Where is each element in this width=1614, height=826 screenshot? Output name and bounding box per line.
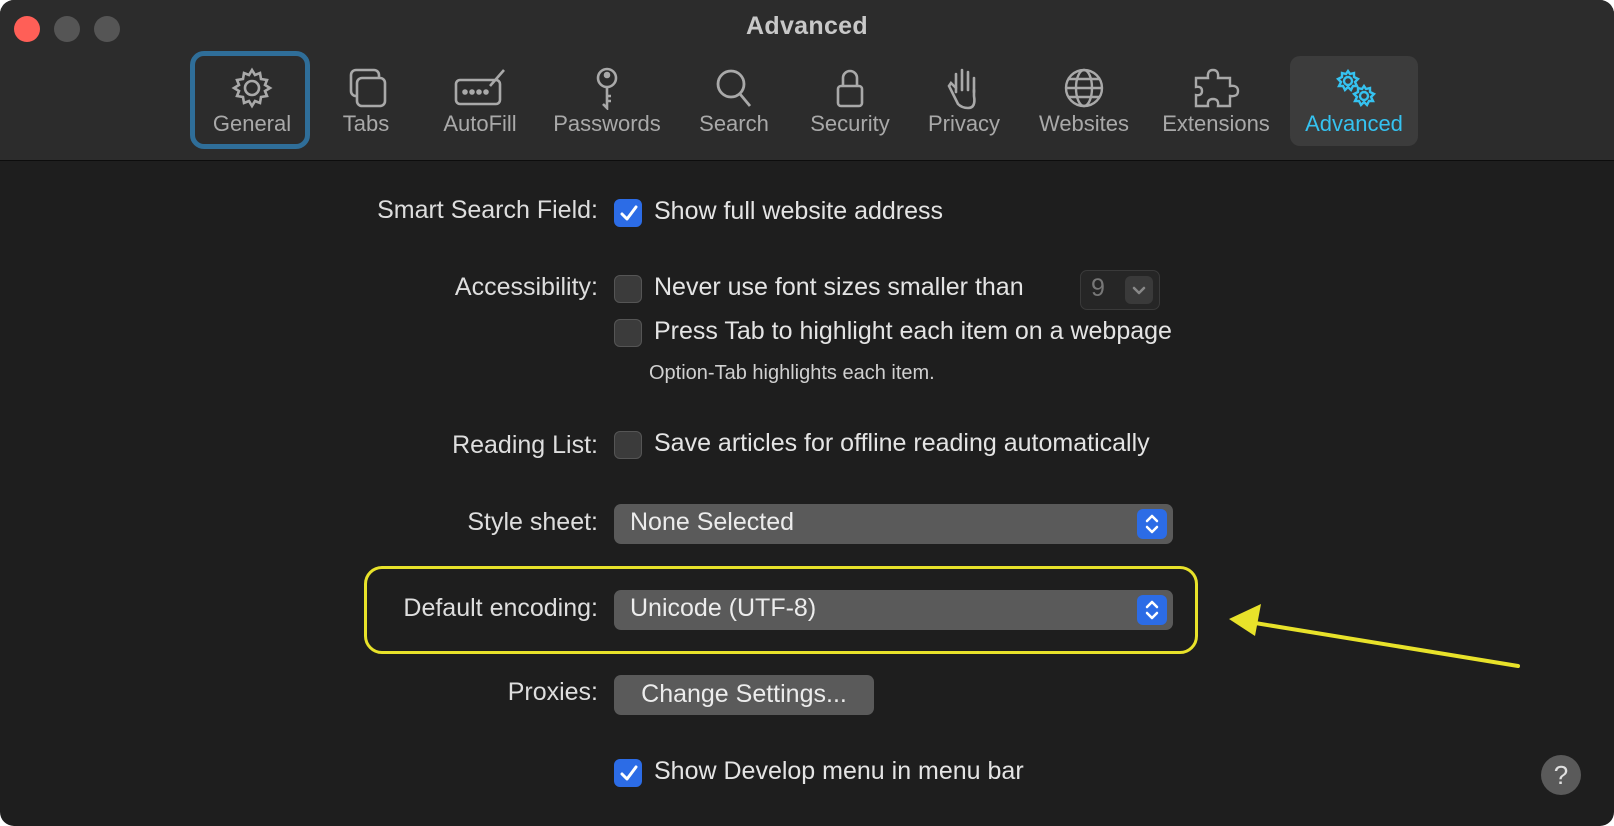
- tab-security[interactable]: Security: [796, 56, 904, 146]
- annotation-arrow-icon: [1225, 600, 1525, 680]
- min-font-size-text: Never use font sizes smaller than: [654, 273, 1024, 301]
- tab-label: Security: [810, 111, 890, 136]
- up-down-chevron-icon: [1137, 509, 1167, 539]
- chevron-down-icon: [1125, 276, 1153, 304]
- develop-menu-checkbox[interactable]: [614, 759, 642, 787]
- tab-extensions[interactable]: Extensions: [1152, 56, 1280, 146]
- window-title: Advanced: [746, 12, 868, 40]
- puzzle-icon: [1188, 66, 1244, 110]
- accessibility-label: Accessibility:: [454, 273, 598, 301]
- globe-icon: [1056, 66, 1112, 110]
- tab-label: Extensions: [1162, 111, 1270, 136]
- key-icon: [579, 66, 635, 112]
- smart-search-label: Smart Search Field:: [377, 196, 598, 224]
- autofill-icon: [452, 66, 508, 110]
- tab-advanced[interactable]: Advanced: [1290, 56, 1418, 146]
- tab-label: Websites: [1038, 111, 1130, 136]
- proxies-label: Proxies:: [507, 678, 598, 706]
- tab-tabs[interactable]: Tabs: [316, 56, 416, 146]
- develop-menu-text: Show Develop menu in menu bar: [654, 757, 1024, 785]
- highlight-annotation-box: [364, 566, 1198, 654]
- tab-label: Advanced: [1305, 111, 1403, 136]
- tabs-icon: [338, 66, 394, 110]
- hand-icon: [936, 66, 992, 110]
- reading-list-label: Reading List:: [452, 431, 598, 459]
- preferences-window: Advanced General Tabs AutoFill Passwords…: [0, 0, 1614, 826]
- tab-label: Search: [699, 111, 769, 136]
- option-tab-note: Option-Tab highlights each item.: [649, 362, 935, 384]
- font-size-value: 9: [1091, 274, 1105, 302]
- offline-reading-text: Save articles for offline reading automa…: [654, 429, 1150, 457]
- style-sheet-value: None Selected: [630, 508, 795, 536]
- tab-label: Passwords: [553, 111, 661, 136]
- tab-search[interactable]: Search: [682, 56, 786, 146]
- min-font-size-checkbox[interactable]: [614, 275, 642, 303]
- show-full-address-checkbox[interactable]: [614, 199, 642, 227]
- style-sheet-label: Style sheet:: [467, 508, 598, 536]
- tab-autofill[interactable]: AutoFill: [428, 56, 532, 146]
- tab-privacy[interactable]: Privacy: [914, 56, 1014, 146]
- tab-label: Tabs: [342, 111, 390, 136]
- tab-highlight-text: Press Tab to highlight each item on a we…: [654, 317, 1172, 345]
- style-sheet-select[interactable]: None Selected: [614, 504, 1173, 544]
- lock-icon: [822, 66, 878, 110]
- tab-websites[interactable]: Websites: [1026, 56, 1142, 146]
- tab-passwords[interactable]: Passwords: [544, 56, 670, 146]
- show-full-address-text: Show full website address: [654, 197, 944, 225]
- change-settings-button[interactable]: Change Settings...: [614, 675, 874, 715]
- tab-label: Privacy: [927, 111, 1001, 136]
- font-size-select[interactable]: 9: [1080, 270, 1160, 310]
- help-button[interactable]: ?: [1541, 755, 1581, 795]
- titlebar: Advanced General Tabs AutoFill Passwords…: [0, 0, 1614, 161]
- general-tab-focus-ring: [190, 51, 310, 149]
- search-icon: [706, 66, 762, 110]
- offline-reading-checkbox[interactable]: [614, 431, 642, 459]
- tab-label: AutoFill: [443, 111, 517, 136]
- gears-icon: [1326, 66, 1382, 110]
- tab-highlight-checkbox[interactable]: [614, 319, 642, 347]
